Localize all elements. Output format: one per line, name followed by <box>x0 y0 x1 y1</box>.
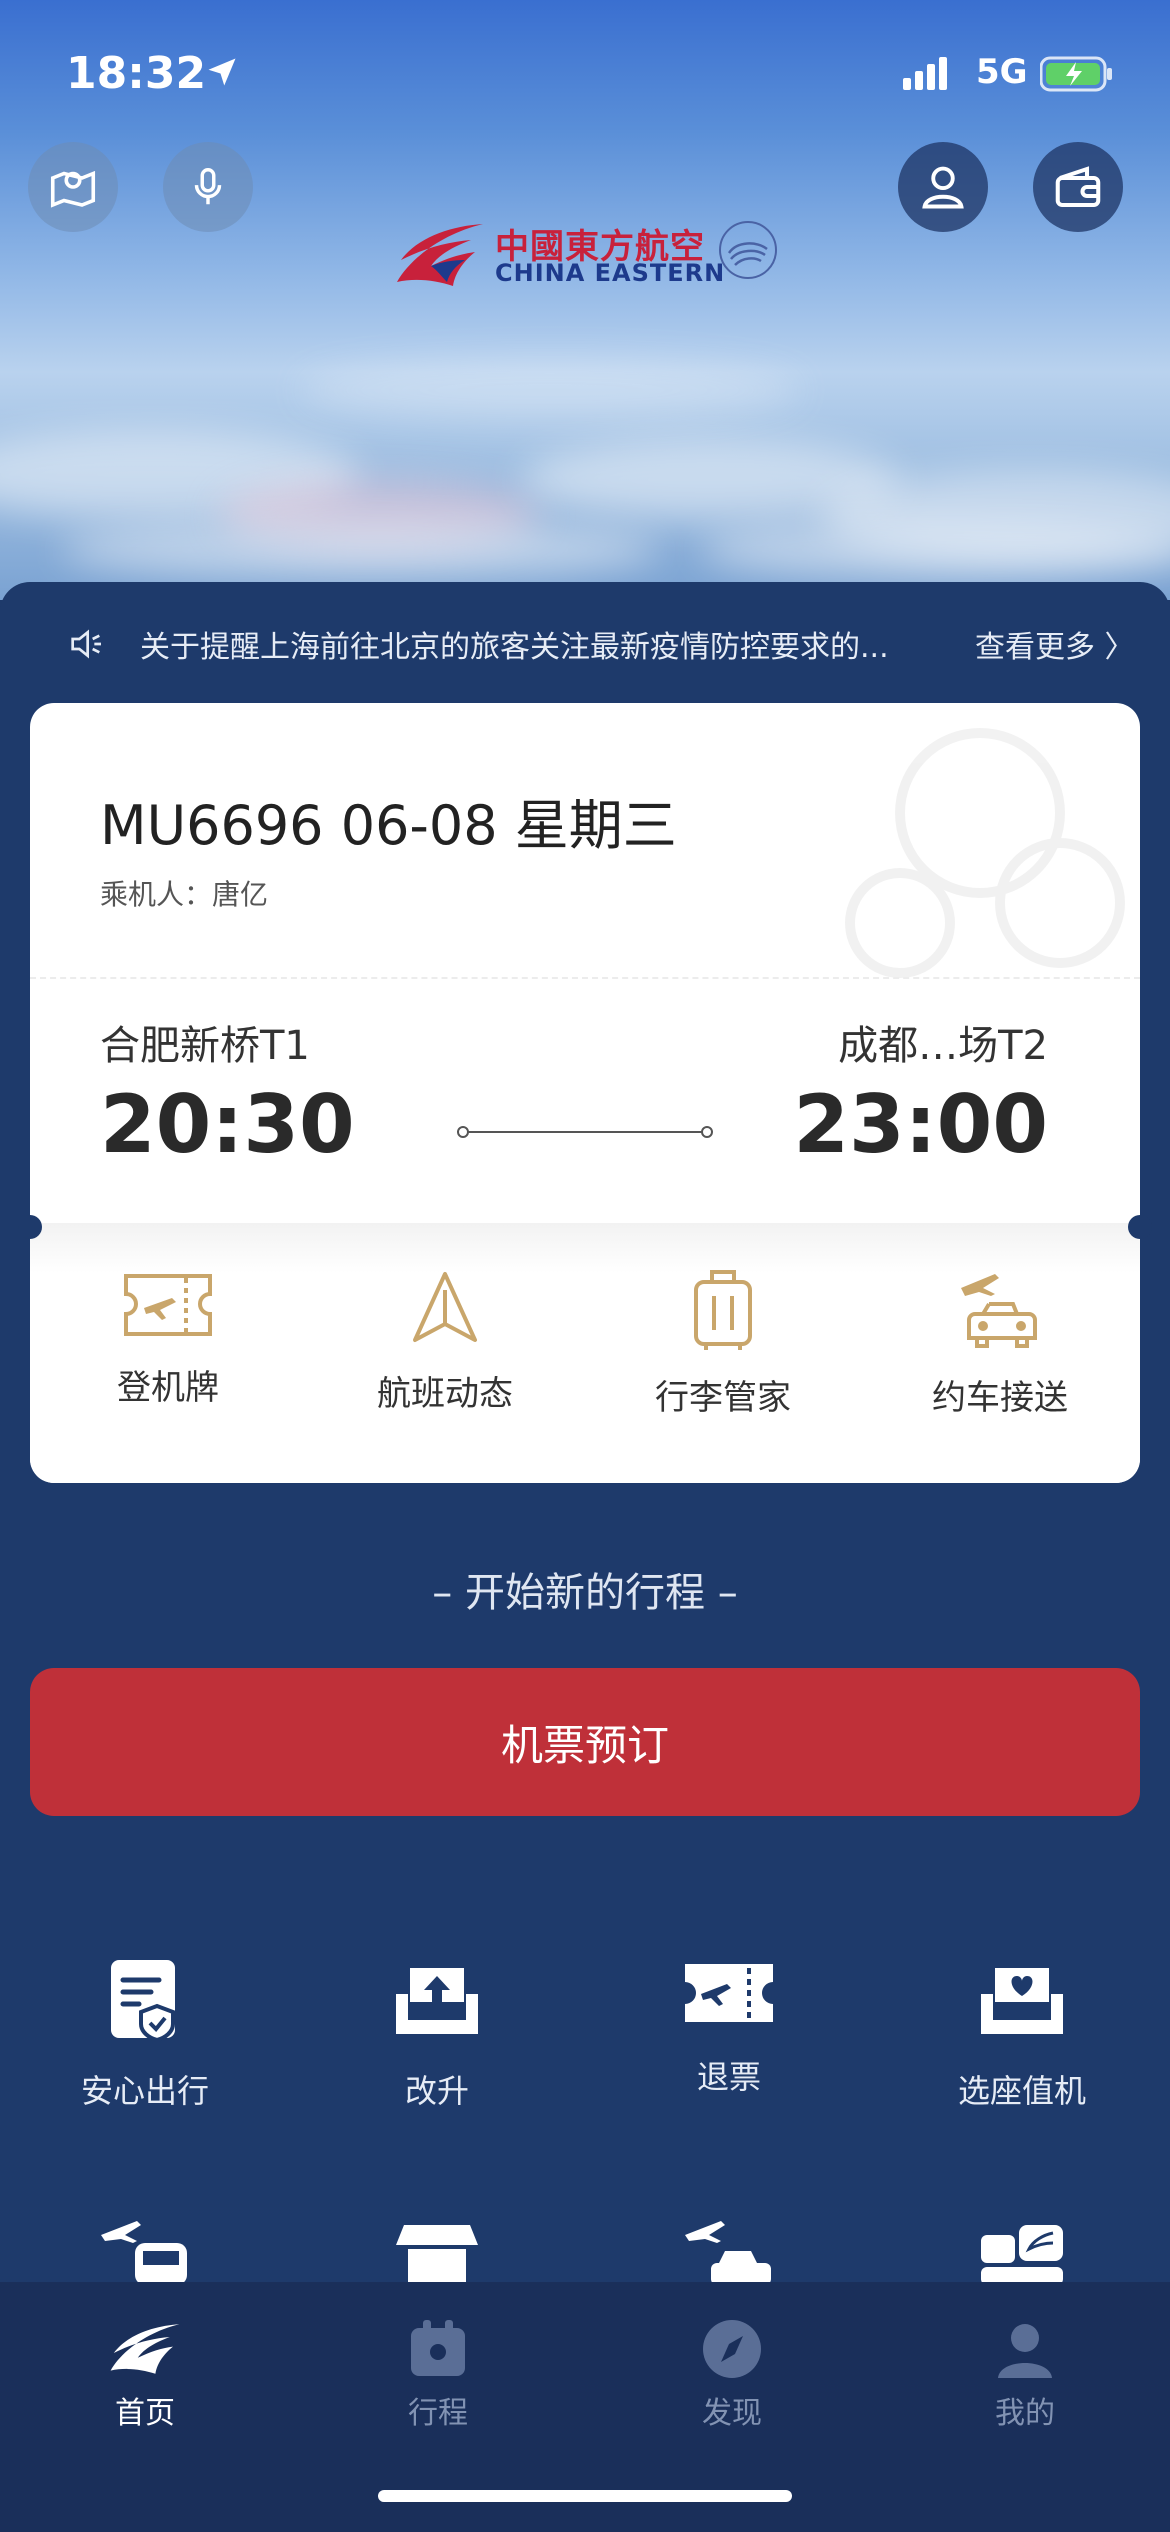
departure-airport: 合肥新桥T1 <box>100 1023 310 1069</box>
microphone-icon <box>194 168 222 205</box>
wallet-icon <box>1055 166 1101 208</box>
skyteam-icon <box>719 221 777 279</box>
departure-time: 20:30 <box>100 1078 355 1171</box>
quick-label: 选座值机 <box>957 2072 1086 2110</box>
signal-icon <box>903 56 959 96</box>
book-flight-button[interactable]: 机票预订 <box>30 1668 1140 1816</box>
quick-label: 安心出行 <box>80 2072 209 2110</box>
card-notch-left <box>18 1215 42 1239</box>
new-trip-heading: – 开始新的行程 – <box>432 1570 738 1616</box>
tab-label: 我的 <box>995 2396 1055 2431</box>
quick-label: 退票 <box>696 2058 761 2096</box>
swallow-logo-icon <box>397 224 483 286</box>
notice-more-link[interactable]: 查看更多 〉 <box>975 622 1135 666</box>
tab-discover[interactable]: 发现 <box>632 2318 832 2432</box>
membership-icon <box>981 2225 1063 2285</box>
quick-safe-travel[interactable]: 安心出行 <box>10 1958 280 2112</box>
divider <box>30 977 1140 979</box>
route-start-dot <box>457 1126 469 1138</box>
flight-title: MU6696 06-08 星期三 <box>100 794 677 857</box>
seat-checkin-icon <box>981 1968 1063 2034</box>
logo-english-text: CHINA EASTERN <box>495 259 726 287</box>
network-type: 5G <box>976 52 1028 92</box>
quick-shop[interactable] <box>302 2215 572 2285</box>
taxi-icon <box>685 2221 771 2285</box>
quick-upgrade[interactable]: 改升 <box>302 1958 572 2112</box>
map-location-button[interactable] <box>28 142 118 232</box>
location-arrow-icon <box>204 54 240 94</box>
service-label: 约车接送 <box>932 1378 1068 1418</box>
service-car-transfer[interactable]: 约车接送 <box>900 1268 1100 1419</box>
upgrade-seat-icon <box>396 1968 478 2034</box>
flight-card[interactable]: MU6696 06-08 星期三 乘机人：唐亿 合肥新桥T1 成都…场T2 20… <box>30 703 1140 1483</box>
service-label: 登机牌 <box>117 1368 219 1408</box>
service-label: 航班动态 <box>377 1374 513 1414</box>
discover-compass-icon <box>703 2320 761 2378</box>
wallet-button[interactable] <box>1033 142 1123 232</box>
passenger-name: 乘机人：唐亿 <box>100 878 269 911</box>
arrival-airport: 成都…场T2 <box>838 1023 1048 1069</box>
home-swallow-icon <box>110 2324 180 2374</box>
hero-banner: 18:32 5G 中國東方航空 CHINA EASTERN <box>0 0 1170 600</box>
safe-travel-icon <box>111 1960 175 2042</box>
notice-bar[interactable]: 关于提醒上海前往北京的旅客关注最新疫情防控要求的... 查看更多 〉 <box>0 600 1170 686</box>
service-luggage[interactable]: 行李管家 <box>623 1268 823 1419</box>
refund-ticket-icon <box>685 1964 773 2022</box>
flight-status-icon <box>413 1272 477 1342</box>
luggage-icon <box>694 1270 752 1350</box>
route-line <box>457 1126 713 1138</box>
account-button[interactable] <box>898 142 988 232</box>
status-time: 18:32 <box>66 48 207 99</box>
home-indicator[interactable] <box>378 2490 792 2502</box>
floral-watermark-icon <box>845 728 1125 978</box>
tab-label: 发现 <box>702 2396 762 2431</box>
shop-icon <box>396 2225 478 2285</box>
status-bar: 18:32 5G <box>0 40 1170 110</box>
quick-membership[interactable] <box>887 2215 1157 2285</box>
speaker-icon <box>71 629 101 659</box>
user-icon <box>922 166 964 209</box>
itinerary-icon <box>411 2320 465 2376</box>
airport-bus-icon <box>101 2221 187 2285</box>
service-flight-status[interactable]: 航班动态 <box>345 1268 545 1415</box>
quick-refund[interactable]: 退票 <box>594 1958 864 2098</box>
quick-airport-bus[interactable] <box>10 2215 280 2285</box>
service-label: 行李管家 <box>655 1378 791 1418</box>
tab-profile[interactable]: 我的 <box>925 2318 1125 2432</box>
battery-charging-icon <box>1039 56 1114 96</box>
profile-icon <box>998 2324 1052 2378</box>
quick-label: 改升 <box>404 2072 469 2110</box>
voice-search-button[interactable] <box>163 142 253 232</box>
notice-text[interactable]: 关于提醒上海前往北京的旅客关注最新疫情防控要求的... <box>140 622 889 666</box>
china-eastern-logo: 中國東方航空 CHINA EASTERN <box>395 215 785 295</box>
tab-label: 首页 <box>115 2396 175 2431</box>
card-notch-right <box>1128 1215 1152 1239</box>
tab-home[interactable]: 首页 <box>45 2318 245 2432</box>
arrival-time: 23:00 <box>793 1078 1048 1171</box>
boarding-pass-icon <box>124 1274 212 1336</box>
map-pin-icon <box>50 170 96 208</box>
service-boarding-pass[interactable]: 登机牌 <box>68 1268 268 1409</box>
quick-taxi[interactable] <box>594 2215 864 2285</box>
car-transfer-icon <box>961 1274 1037 1348</box>
tab-label: 行程 <box>408 2396 468 2431</box>
quick-seat-checkin[interactable]: 选座值机 <box>887 1958 1157 2112</box>
tab-itinerary[interactable]: 行程 <box>338 2318 538 2432</box>
route-end-dot <box>701 1126 713 1138</box>
